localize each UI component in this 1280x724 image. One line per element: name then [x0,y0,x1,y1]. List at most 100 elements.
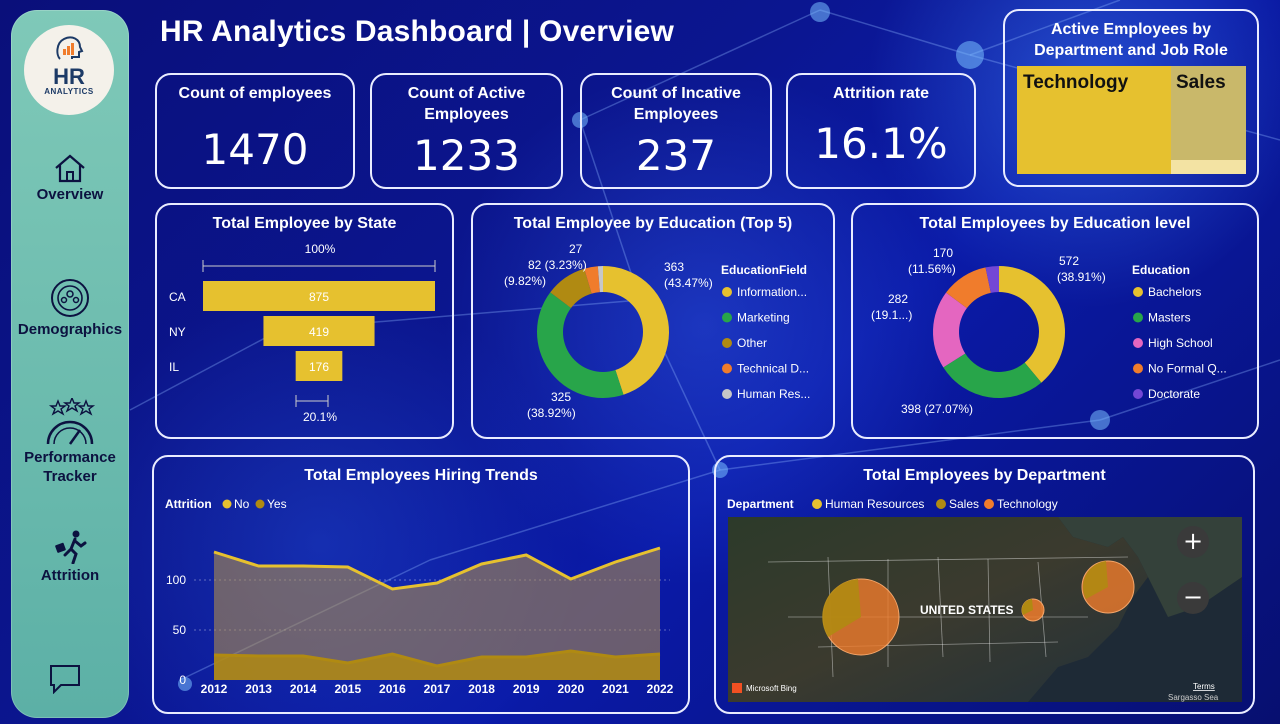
performance-gauge-icon [46,398,96,445]
kpi-card-inactive: Count of Incative Employees 237 [580,73,772,189]
data-label: (43.47%) [664,276,713,290]
kpi-value: 1470 [201,125,309,174]
legend-label: No [234,497,250,511]
kpi-label: Attrition rate [833,85,929,102]
nav-attrition-label: Attrition [40,567,100,584]
data-label: 325 [551,390,571,404]
y-tick-label: 0 [179,673,186,687]
hiring-trends-card: Total Employees Hiring Trends Attrition … [152,455,690,714]
data-label: 363 [664,260,684,274]
x-tick-label: 2012 [201,682,228,696]
legend-label[interactable]: Bachelors [1148,285,1201,299]
data-label: 572 [1059,254,1079,268]
treemap-tile-other[interactable] [1171,160,1246,174]
treemap-tile-technology[interactable]: Technology [1017,66,1172,174]
kpi-label: Count of Incative Employees [611,85,741,123]
x-tick-label: 2022 [647,682,674,696]
legend-label[interactable]: Technical D... [737,362,809,376]
legend-label[interactable]: High School [1148,336,1213,350]
map-bubble-ca[interactable] [822,578,900,656]
legend-marker [936,499,946,509]
legend-marker [1133,312,1143,323]
map-bubble-il[interactable] [1021,598,1045,622]
legend-marker [1133,363,1143,374]
funnel-category-label: NY [169,325,186,339]
map-legend: Department Human Resources Sales Technol… [727,497,1058,511]
kpi-label: Count of employees [178,85,332,102]
legend-title: Department [727,497,794,511]
donut-slice[interactable] [943,353,1042,398]
chat-icon[interactable] [49,664,81,694]
funnel-category-label: CA [169,290,186,304]
kpi-card-attrition: Attrition rate 16.1% [786,73,976,189]
x-tick-label: 2016 [379,682,406,696]
funnel-bar-value: 419 [309,325,329,339]
legend-marker [1133,287,1143,297]
x-tick-label: 2020 [557,682,584,696]
nav-performance-tracker[interactable]: Performance Tracker [11,398,129,486]
us-map[interactable]: UNITED STATES Microsoft Bing Terms Sarga… [728,517,1242,702]
legend-label[interactable]: Marketing [737,311,790,325]
legend-marker-yes [255,499,265,509]
data-label: 170 [933,246,953,260]
legend-marker [812,499,822,509]
hr-analytics-logo: HR ANALYTICS [24,25,114,115]
nav-performance-label: Performance Tracker [24,449,116,485]
map-terms-link[interactable]: Terms [1193,682,1215,691]
legend-label[interactable]: Human Res... [737,387,810,401]
zoom-out-button[interactable]: − [1177,582,1209,614]
hiring-trends-area-chart: Attrition No Yes 0 50 100 2012 2013 2014 2015… [165,497,674,696]
state-funnel-chart: 100% 875 CA 419 NY 176 IL 20.1% [169,242,436,424]
data-label: 282 [888,292,908,306]
treemap-card: Active Employees by Department and Job R… [1003,9,1259,187]
nav-overview[interactable]: Overview [11,153,129,204]
map-bubble-ny[interactable] [1081,560,1135,614]
data-label: (11.56%) [908,262,956,276]
x-tick-label: 2021 [602,682,629,696]
home-icon [55,154,85,183]
department-map-card: Total Employees by Department Department… [714,455,1255,714]
data-label: (38.92%) [527,406,576,420]
x-tick-label: 2018 [468,682,495,696]
y-tick-label: 100 [166,573,186,587]
kpi-value: 1233 [413,131,520,180]
data-label: (19.1...) [871,308,912,322]
logo-subtext: ANALYTICS [44,86,94,96]
kpi-card-employees: Count of employees 1470 [155,73,355,189]
nav-attrition[interactable]: Attrition [11,530,129,585]
kpi-value: 16.1% [814,119,948,168]
legend-marker [984,499,994,509]
sidebar [11,10,129,718]
treemap-tile-sales[interactable]: Sales [1171,66,1246,160]
x-tick-label: 2017 [424,682,451,696]
funnel-bar-value: 176 [309,360,329,374]
legend-marker-no [222,499,232,509]
nav-demographics[interactable]: Demographics [11,278,129,339]
data-label: 27 [569,242,583,256]
zoom-in-button[interactable]: + [1177,526,1209,558]
treemap-tile-label: Technology [1023,72,1129,93]
legend-marker [722,312,732,323]
education-field-donut: 363 (43.47%) 325 (38.92%) 82 (3.23%) (9.… [504,242,810,420]
legend-label[interactable]: Masters [1148,311,1191,325]
legend-marker [722,287,732,297]
legend-label[interactable]: Other [737,336,767,350]
donut-slice[interactable] [537,292,624,398]
legend-marker [722,389,732,399]
treemap-tile-label: Sales [1176,72,1226,93]
donut-slice[interactable] [999,266,1065,383]
funnel-category-label: IL [169,360,179,374]
x-tick-label: 2019 [513,682,540,696]
nav-demographics-label: Demographics [17,321,123,338]
legend-label[interactable]: Information... [737,285,807,299]
legend-marker [722,363,732,374]
head-chart-icon [56,36,84,60]
legend-label[interactable]: No Formal Q... [1148,362,1227,376]
page-title: HR Analytics Dashboard | Overview [160,15,675,48]
map-attribution: Microsoft Bing [746,684,797,693]
map-country-label: UNITED STATES [920,603,1014,617]
treemap-title: Active Employees by Department and Job R… [1034,21,1228,59]
legend-label[interactable]: Doctorate [1148,387,1200,401]
kpi-card-active: Count of Active Employees 1233 [370,73,563,189]
x-tick-label: 2015 [334,682,361,696]
